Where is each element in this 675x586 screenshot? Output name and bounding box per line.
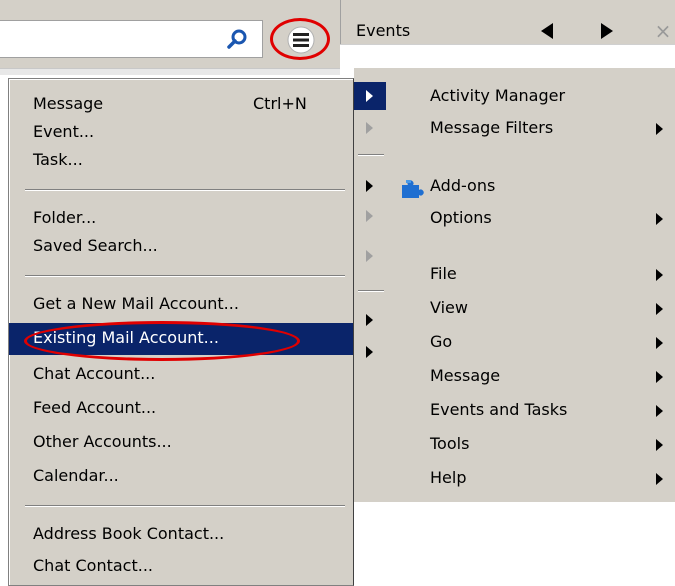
menu-item-activity-manager[interactable]: Activity Manager [386,80,675,114]
highlight-circle-menu [270,18,330,60]
menu-item-events-and-tasks[interactable]: Events and Tasks [386,394,675,428]
submenu-arrow-icon [366,180,373,192]
menu-item-message-filters[interactable]: Message Filters [386,112,675,146]
menu-item-address-book-contact[interactable]: Address Book Contact... [9,519,353,551]
menu-item-task[interactable]: Task... [9,145,353,177]
menu-item-other-accounts[interactable]: Other Accounts... [9,427,353,459]
menu-item-label: Events and Tasks [430,400,568,419]
menu-item-label: Message [430,366,501,385]
menu-item-chat-contact[interactable]: Chat Contact... [9,551,353,583]
menu-item-label: Address Book Contact... [33,524,225,543]
events-title: Events [356,21,411,40]
close-icon[interactable]: × [651,18,675,44]
menu-item-label: Event... [33,122,95,141]
menu-item-label: Task... [33,150,83,169]
submenu-arrow-icon [366,314,373,326]
menu-separator [358,154,384,156]
events-pane-area [340,44,675,69]
menu-item-options[interactable]: Options [386,202,675,236]
menu-item-view[interactable]: View [386,292,675,326]
menu-item-add-ons[interactable]: Add-ons [386,170,675,204]
next-arrow-icon[interactable] [594,20,618,42]
menu-item-label: Feed Account... [33,398,157,417]
menu-separator [25,505,345,507]
highlight-circle-existing-account [24,321,300,361]
submenu-arrow-icon [656,123,663,135]
submenu-arrow-icon [656,213,663,225]
submenu-arrow-icon [366,90,373,102]
menu-separator [25,189,345,191]
menu-item-get-new-mail-account[interactable]: Get a New Mail Account... [9,289,353,321]
menu-item-label: Get a New Mail Account... [33,294,239,313]
menu-item-label: Chat Account... [33,364,156,383]
menu-item-label: Go [430,332,453,351]
menu-item-label: Message Filters [430,118,554,137]
menu-item-label: File [430,264,457,283]
shortcut-label: Ctrl+N [253,94,307,113]
menu-item-label: Help [430,468,467,487]
submenu-arrow-icon [656,269,663,281]
menu-item-message[interactable]: Message [386,360,675,394]
menu-item-label: Other Accounts... [33,432,172,451]
app-menu-button[interactable] [270,18,330,60]
menu-item-label: Calendar... [33,466,119,485]
submenu-arrow-icon [656,337,663,349]
menu-item-help[interactable]: Help [386,462,675,496]
submenu-arrow-icon [656,303,663,315]
menu-item-calendar[interactable]: Calendar... [9,461,353,493]
menu-separator [358,290,384,292]
menu-item-label: Activity Manager [430,86,566,105]
submenu-arrow-icon [366,210,373,222]
menu-item-go[interactable]: Go [386,326,675,360]
menu-item-label: Saved Search... [33,236,158,255]
submenu-arrow-icon [366,122,373,134]
menu-item-label: Options [430,208,492,227]
app-menu: Activity Manager Message Filters Add-ons… [386,68,675,502]
submenu-arrow-icon [656,473,663,485]
menu-item-feed-account[interactable]: Feed Account... [9,393,353,425]
menu-item-file[interactable]: File [386,258,675,292]
submenu-arrow-icon [656,371,663,383]
toolbar-divider [0,68,340,75]
search-input[interactable] [0,20,263,58]
menu-item-tools[interactable]: Tools [386,428,675,462]
menu-item-label: Message [33,94,104,113]
menu-item-saved-search[interactable]: Saved Search... [9,231,353,263]
submenu-arrow-icon [366,346,373,358]
new-submenu: Message Ctrl+N Event... Task... Folder..… [8,78,354,586]
submenu-arrow-icon [656,439,663,451]
menu-separator [25,275,345,277]
submenu-arrow-icon [366,250,373,262]
previous-arrow-icon[interactable] [536,20,560,42]
parent-menu-selected-item[interactable] [354,82,386,110]
submenu-arrow-icon [656,405,663,417]
menu-item-label: View [430,298,468,317]
puzzle-icon [402,180,424,198]
menu-item-label: Folder... [33,208,97,227]
menu-item-label: Tools [430,434,470,453]
search-icon[interactable] [226,28,248,50]
menu-item-chat-account[interactable]: Chat Account... [9,359,353,391]
menu-item-label: Chat Contact... [33,556,153,575]
menu-item-label: Add-ons [430,176,496,195]
